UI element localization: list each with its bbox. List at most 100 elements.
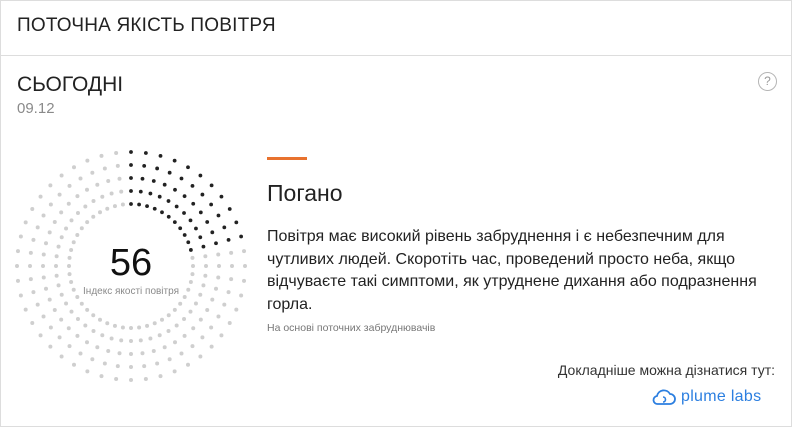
gauge-dot-active [140, 176, 145, 181]
gauge-dot [30, 207, 35, 211]
gauge-dot [109, 336, 114, 341]
gauge-dot-active [155, 166, 160, 171]
gauge-dot-active [167, 170, 172, 175]
gauge-dot [30, 321, 35, 325]
gauge-dot-active [173, 187, 177, 192]
gauge-dot [166, 313, 171, 318]
gauge-dot [75, 317, 80, 322]
gauge-dot-active [152, 206, 157, 211]
gauge-dot [179, 351, 184, 356]
gauge-dot [115, 163, 120, 168]
gauge-dot [23, 307, 28, 312]
gauge-dot [129, 365, 133, 369]
gauge-dot [95, 182, 100, 187]
gauge-dot [95, 345, 100, 350]
gauge-dot [112, 323, 117, 328]
gauge-dot-active [198, 173, 203, 178]
gauge-dot [119, 338, 124, 343]
gauge-dot-active [209, 202, 214, 207]
gauge-dot [137, 325, 142, 330]
gauge-dot [166, 328, 171, 333]
gauge-dot [160, 317, 164, 322]
gauge-dot [99, 374, 104, 379]
gauge-dot [178, 301, 183, 306]
gauge-dot-active [129, 189, 133, 193]
gauge-dot-active [182, 194, 187, 199]
gauge-dot [191, 326, 196, 331]
gauge-dot [99, 153, 104, 158]
gauge-dot [102, 166, 107, 171]
gauge-dot [129, 326, 133, 330]
gauge-dot [190, 344, 195, 349]
gauge-dot-active [186, 165, 190, 170]
gauge-dot [41, 314, 46, 319]
gauge-dot [59, 235, 64, 240]
gauge-dot [48, 183, 53, 188]
gauge-dot-active [190, 183, 195, 188]
gauge-dot [69, 309, 74, 314]
gauge-dot-active [160, 210, 164, 215]
gauge-dot [210, 297, 215, 302]
card-header: ПОТОЧНА ЯКІСТЬ ПОВІТРЯ [1, 1, 791, 56]
gauge-dot [158, 374, 163, 379]
gauge-dot [186, 362, 190, 367]
gauge-dot [67, 344, 72, 349]
gauge-dot [67, 183, 72, 188]
gauge-dot [47, 297, 52, 302]
gauge-dot [41, 213, 46, 218]
gauge-dot [52, 308, 57, 312]
gauge-dot [48, 325, 53, 330]
gauge-dot-active [162, 182, 167, 187]
gauge-dot-active [166, 214, 171, 219]
gauge-dot [117, 351, 122, 356]
gauge-dot [35, 225, 40, 230]
gauge-dot-active [188, 218, 193, 223]
gauge-dot [173, 340, 177, 345]
gauge-dot [142, 364, 147, 369]
gauge-dot [18, 234, 23, 239]
gauge-dot-active [129, 202, 133, 206]
gauge-dot [85, 340, 89, 345]
gauge-dot [114, 150, 119, 155]
gauge-dot [79, 301, 84, 306]
gauge-dot [66, 326, 71, 331]
brand-name: plume labs [681, 388, 762, 405]
plume-labs-link[interactable]: plume labs [651, 385, 761, 409]
gauge-dot [91, 328, 96, 333]
gauge-dot [114, 377, 119, 382]
aqi-label: Індекс якості повітря [83, 286, 179, 297]
gauge-dot [140, 351, 145, 356]
gauge-dot-active [145, 204, 149, 209]
gauge-dot [234, 307, 239, 312]
gauge-dot [85, 187, 89, 192]
gauge-dot [148, 336, 153, 341]
gauge-dot [193, 301, 198, 306]
gauge-dot [198, 354, 203, 359]
gauge-dot-active [166, 199, 171, 203]
gauge-dot [64, 301, 69, 306]
help-icon[interactable]: ? [758, 72, 777, 91]
gauge-dot-active [138, 189, 143, 194]
gauge-dot [100, 194, 105, 199]
card-title: ПОТОЧНА ЯКІСТЬ ПОВІТРЯ [17, 15, 276, 36]
gauge-dot [38, 194, 43, 199]
gauge-dot-active [182, 211, 186, 215]
gauge-dot [119, 189, 124, 194]
gauge-dot [98, 210, 102, 215]
gauge-dot [78, 176, 83, 181]
gauge-dot [216, 314, 221, 319]
gauge-dot-active [143, 151, 148, 155]
gauge-dot [90, 357, 95, 362]
gauge-dot-active [219, 194, 224, 199]
status-description: Повітря має високий рівень забруднення і… [267, 228, 757, 313]
gauge-dot [91, 313, 96, 318]
gauge-dot [38, 333, 43, 338]
gauge-dot-active [142, 163, 147, 168]
gauge-dot [145, 323, 150, 328]
gauge-dot [205, 308, 210, 312]
status-label: Погано [267, 180, 343, 206]
gauge-dot-active [178, 226, 183, 231]
gauge-dot [143, 377, 148, 382]
gauge-dot [106, 179, 111, 183]
gauge-dot [59, 210, 64, 215]
